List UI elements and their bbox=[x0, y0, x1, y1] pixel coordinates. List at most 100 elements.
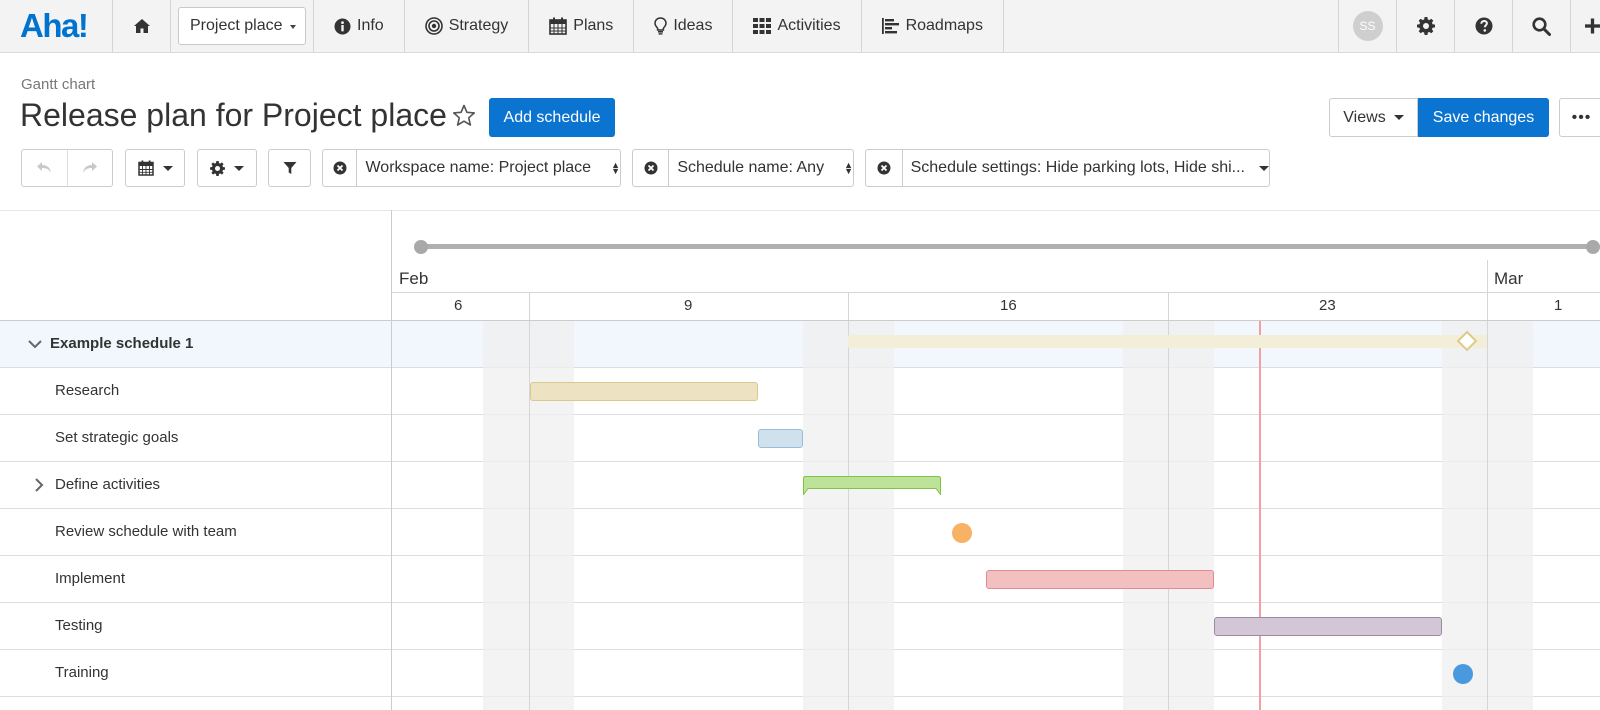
task-row[interactable]: Training bbox=[0, 650, 391, 697]
week-gridline bbox=[1168, 321, 1169, 710]
nav-ideas-label: Ideas bbox=[673, 17, 713, 34]
remove-filter-button[interactable] bbox=[866, 150, 903, 186]
workspace-select[interactable]: Project place bbox=[178, 7, 306, 45]
settings-button[interactable] bbox=[1396, 0, 1454, 52]
nav-info[interactable]: Info bbox=[314, 0, 405, 52]
schedule-row[interactable]: Example schedule 1 bbox=[0, 321, 391, 368]
week-divider bbox=[848, 292, 849, 321]
grid-icon bbox=[753, 18, 772, 34]
sort-updown-icon: ▲ ▼ bbox=[611, 160, 620, 176]
create-button[interactable] bbox=[1570, 0, 1600, 52]
task-bar-research[interactable] bbox=[530, 382, 758, 401]
filter-label: Schedule name: Any bbox=[677, 159, 825, 176]
task-name: Testing bbox=[55, 617, 103, 634]
filter-button[interactable] bbox=[268, 149, 311, 187]
diamond-milestone-icon[interactable] bbox=[1456, 330, 1478, 352]
slider-handle[interactable] bbox=[1586, 240, 1600, 254]
undo-redo-group bbox=[21, 149, 113, 187]
task-row[interactable]: Define activities bbox=[0, 462, 391, 509]
filter-schedule-settings[interactable]: Schedule settings: Hide parking lots, Hi… bbox=[865, 149, 1270, 187]
nav-activities[interactable]: Activities bbox=[733, 0, 862, 52]
task-name: Implement bbox=[55, 570, 126, 587]
gear-icon bbox=[1416, 17, 1435, 35]
task-name: Review schedule with team bbox=[55, 523, 237, 540]
help-button[interactable] bbox=[1454, 0, 1512, 52]
summary-bar-define-activities[interactable] bbox=[803, 476, 941, 495]
day-label: 16 bbox=[1000, 297, 1017, 314]
avatar: SS bbox=[1352, 11, 1383, 41]
filter-workspace-name[interactable]: Workspace name: Project place ▲ ▼ bbox=[322, 149, 621, 187]
nav-plans[interactable]: Plans bbox=[529, 0, 635, 52]
info-icon bbox=[334, 18, 351, 34]
today-marker bbox=[1259, 321, 1261, 710]
chevron-right-icon[interactable] bbox=[35, 478, 44, 492]
task-row[interactable]: Set strategic goals bbox=[0, 415, 391, 462]
date-range-button[interactable] bbox=[125, 149, 185, 187]
nav-activities-label: Activities bbox=[777, 17, 841, 34]
filter-schedule-name[interactable]: Schedule name: Any ▲ ▼ bbox=[632, 149, 854, 187]
workspace-select-label: Project place bbox=[190, 17, 283, 34]
calendar-icon bbox=[549, 17, 568, 35]
add-schedule-button[interactable]: Add schedule bbox=[489, 98, 615, 137]
task-name: Define activities bbox=[55, 476, 161, 493]
schedule-name: Example schedule 1 bbox=[50, 335, 194, 352]
remove-filter-button[interactable] bbox=[633, 150, 670, 186]
task-bar-set-strategic-goals[interactable] bbox=[758, 429, 803, 448]
roadmap-icon bbox=[881, 18, 899, 34]
redo-button[interactable] bbox=[66, 150, 112, 186]
views-button[interactable]: Views bbox=[1329, 98, 1418, 137]
task-bar-implement[interactable] bbox=[986, 570, 1214, 589]
chart-settings-button[interactable] bbox=[197, 149, 257, 187]
caret-down-icon bbox=[290, 25, 296, 29]
filter-icon bbox=[283, 162, 296, 174]
close-circle-icon bbox=[877, 161, 891, 175]
search-icon bbox=[1532, 16, 1551, 36]
milestone-training[interactable] bbox=[1453, 664, 1473, 684]
chevron-down-icon[interactable] bbox=[28, 340, 42, 349]
month-label: Mar bbox=[1494, 269, 1524, 288]
task-name: Research bbox=[55, 382, 120, 399]
undo-button[interactable] bbox=[22, 150, 67, 186]
breadcrumb[interactable]: Gantt chart bbox=[21, 76, 95, 93]
undo-icon bbox=[37, 162, 52, 173]
day-label: 23 bbox=[1319, 297, 1336, 314]
slider-handle[interactable] bbox=[414, 240, 428, 254]
zoom-slider[interactable] bbox=[420, 244, 1600, 249]
nav-strategy[interactable]: Strategy bbox=[405, 0, 530, 52]
divider bbox=[392, 320, 1600, 321]
top-navigation: Aha! Project place Info Strategy Plans I… bbox=[0, 0, 1600, 53]
schedule-list: Example schedule 1 Research Set strategi… bbox=[0, 210, 392, 710]
remove-filter-button[interactable] bbox=[323, 150, 358, 186]
week-divider bbox=[529, 292, 530, 321]
caret-down-icon bbox=[234, 165, 244, 171]
star-icon[interactable] bbox=[452, 104, 476, 127]
nav-ideas[interactable]: Ideas bbox=[634, 0, 734, 52]
task-row[interactable]: Research bbox=[0, 368, 391, 415]
aha-logo[interactable]: Aha! bbox=[0, 0, 113, 52]
day-label: 6 bbox=[454, 297, 463, 314]
home-button[interactable] bbox=[113, 0, 171, 52]
task-name: Set strategic goals bbox=[55, 429, 179, 446]
month-label: Feb bbox=[399, 269, 429, 288]
save-changes-button[interactable]: Save changes bbox=[1418, 98, 1549, 137]
close-circle-icon bbox=[644, 161, 658, 175]
nav-strategy-label: Strategy bbox=[448, 17, 509, 34]
task-row[interactable]: Testing bbox=[0, 603, 391, 650]
plus-icon bbox=[1585, 18, 1600, 34]
close-circle-icon bbox=[333, 161, 347, 175]
task-row[interactable]: Implement bbox=[0, 556, 391, 603]
task-bar-testing[interactable] bbox=[1214, 617, 1442, 636]
task-name: Training bbox=[55, 664, 109, 681]
user-menu-button[interactable]: SS bbox=[1338, 0, 1396, 52]
help-icon bbox=[1475, 17, 1492, 35]
week-divider bbox=[1168, 292, 1169, 321]
timeline: Feb Mar 6 9 16 23 1 bbox=[392, 210, 1600, 710]
milestone-review-schedule[interactable] bbox=[952, 523, 972, 543]
search-button[interactable] bbox=[1512, 0, 1570, 52]
more-options-button[interactable]: ••• bbox=[1559, 98, 1600, 137]
task-row[interactable]: Review schedule with team bbox=[0, 509, 391, 556]
gear-icon bbox=[210, 160, 225, 176]
caret-down-icon bbox=[1259, 165, 1269, 171]
schedule-summary-bar[interactable] bbox=[848, 335, 1487, 348]
nav-roadmaps[interactable]: Roadmaps bbox=[862, 0, 1004, 52]
